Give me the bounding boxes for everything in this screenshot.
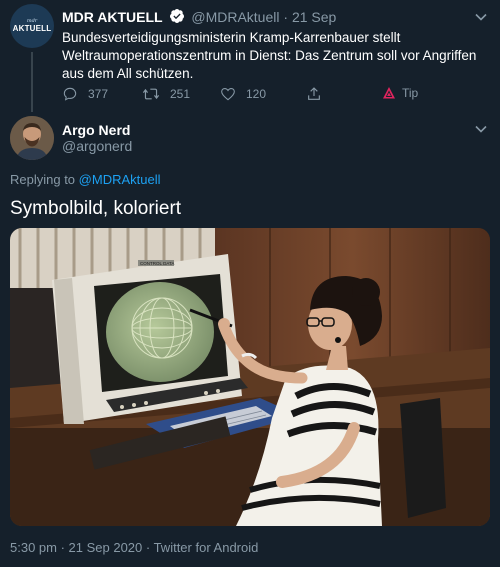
parent-tweet-actions: 377 251 120 Tip — [62, 86, 442, 104]
thread-line — [31, 52, 33, 112]
like-button[interactable]: 120 — [220, 86, 266, 102]
share-button[interactable] — [306, 86, 322, 102]
reply-icon — [62, 86, 78, 102]
avatar-logo-bottom: AKTUELL — [12, 23, 52, 33]
replying-to-link[interactable]: @MDRAktuell — [79, 172, 161, 187]
reply-tweet-text: Symbolbild, koloriert — [10, 198, 182, 219]
reply-count: 377 — [88, 87, 109, 101]
photo-illustration: CONTROL DATA — [10, 228, 490, 526]
chevron-down-icon[interactable] — [474, 10, 488, 29]
tip-icon — [382, 86, 396, 100]
reply-button[interactable]: 377 — [62, 86, 108, 102]
tip-button[interactable]: Tip — [382, 86, 418, 100]
reply-display-name[interactable]: Argo Nerd — [62, 122, 130, 138]
retweet-icon — [142, 86, 160, 102]
parent-display-name[interactable]: MDR AKTUELL — [62, 9, 163, 25]
chevron-down-icon[interactable] — [474, 122, 488, 141]
share-icon — [306, 86, 322, 102]
header-separator: · — [283, 9, 289, 25]
replying-to-line: Replying to @MDRAktuell — [10, 172, 161, 187]
monitor-label: CONTROL DATA — [140, 261, 174, 266]
tweet-photo[interactable]: CONTROL DATA — [10, 228, 490, 526]
like-count: 120 — [246, 87, 267, 101]
like-icon — [220, 86, 236, 102]
verified-badge-icon — [169, 8, 185, 27]
retweet-count: 251 — [170, 87, 191, 101]
tip-label: Tip — [402, 86, 419, 100]
replying-to-prefix: Replying to — [10, 172, 76, 187]
parent-handle[interactable]: @MDRAktuell — [191, 9, 279, 25]
parent-date[interactable]: 21 Sep — [292, 9, 336, 25]
retweet-button[interactable]: 251 — [142, 86, 190, 102]
parent-tweet[interactable]: mdr AKTUELL MDR AKTUELL @MDRAktuell · 21… — [10, 4, 490, 110]
parent-tweet-header: MDR AKTUELL @MDRAktuell · 21 Sep — [62, 8, 336, 27]
reply-handle[interactable]: @argonerd — [62, 138, 132, 154]
parent-tweet-text: Bundesverteidigungsministerin Kramp-Karr… — [62, 30, 477, 81]
tweet-timestamp[interactable]: 5:30 pm · 21 Sep 2020 · Twitter for Andr… — [10, 540, 258, 555]
mdr-avatar[interactable]: mdr AKTUELL — [10, 4, 54, 48]
argonerd-avatar[interactable] — [10, 116, 54, 160]
